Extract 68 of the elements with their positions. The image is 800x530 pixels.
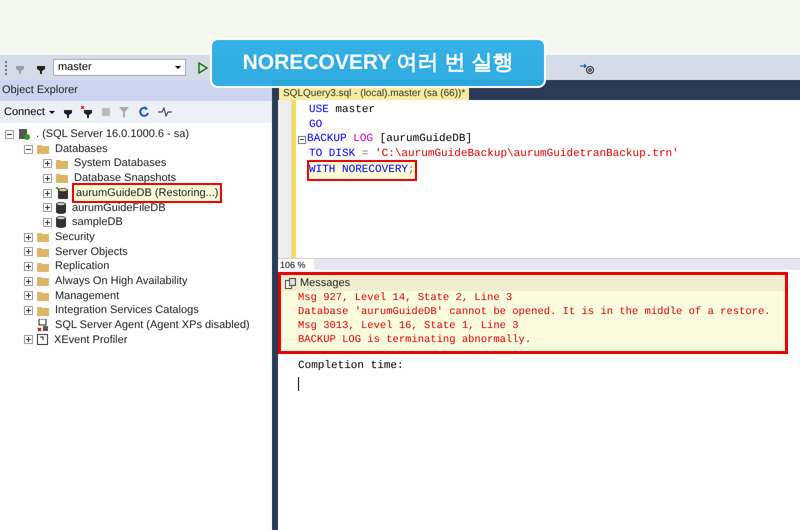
tree-item[interactable]: Always On High Availability [53,272,190,290]
error-message: Msg 3013, Level 16, State 1, Line 3 [298,319,520,333]
tree-item[interactable]: System Databases [72,155,168,172]
code-line: USE master [309,103,376,118]
toolbar-icon[interactable] [579,62,595,74]
tree-item[interactable]: aurumGuideDB (Restoring...) [74,184,220,202]
collapse-icon[interactable] [5,130,14,139]
database-icon [56,216,66,228]
tree-item[interactable]: Server Objects [53,244,130,260]
messages-icon [285,278,296,288]
tree-item[interactable]: aurumGuideFileDB [70,200,168,216]
error-message: Msg 927, Level 14, State 2, Line 3 [298,291,514,305]
database-dropdown[interactable]: master [53,59,186,76]
connect-button[interactable]: Connect [4,104,55,120]
expand-icon[interactable] [43,203,52,212]
code-line: TO DISK = 'C:\aurumGuideBackup\aurumGuidetranBackup.trn' [309,147,679,162]
folder-icon [37,246,49,257]
tree-item[interactable]: sampleDB [70,214,125,231]
expand-icon[interactable] [43,174,52,183]
tree-item[interactable]: Integration Services Catalogs [53,302,201,319]
folder-icon [37,144,49,154]
expand-icon[interactable] [43,159,52,168]
callout-text: NORECOVERY 여러 번 실행 [242,50,514,76]
folder-icon [37,306,49,316]
folder-icon [37,232,49,242]
activity-icon[interactable] [158,107,172,117]
messages-tab[interactable]: Messages [281,274,354,292]
execute-icon[interactable] [198,62,208,74]
text-cursor [298,376,299,390]
collapse-icon[interactable] [24,144,33,154]
collapse-icon[interactable] [298,136,306,144]
code-line: BACKUP LOG [aurumGuideDB] [307,132,472,148]
expand-icon[interactable] [24,276,33,286]
database-icon [56,202,66,214]
expand-icon[interactable] [24,335,33,344]
tree-item[interactable]: Database Snapshots [72,170,178,187]
tree-item[interactable]: Management [53,288,122,304]
agent-icon [37,319,49,332]
code-line: GO [309,118,322,133]
expand-icon[interactable] [43,218,52,227]
folder-icon [37,276,49,286]
expand-icon[interactable] [24,291,33,300]
refresh-icon[interactable] [138,106,149,118]
server-icon [18,128,30,140]
tree-item[interactable]: SQL Server Agent (Agent XPs disabled) [53,317,252,334]
folder-icon [56,158,68,169]
tree-item[interactable]: . (SQL Server 16.0.1000.6 - sa) [34,126,192,143]
folder-icon [56,173,68,184]
profiler-icon [37,334,48,346]
tree-item[interactable]: Replication [53,258,112,275]
folder-icon [37,262,49,272]
expand-icon[interactable] [24,306,33,316]
grip-icon [5,60,8,74]
zoom-dropdown[interactable]: 106 % [278,258,314,270]
expand-icon[interactable] [43,188,52,198]
expand-icon[interactable] [24,247,33,256]
tree-item[interactable]: XEvent Profiler [52,332,130,348]
error-message: Database 'aurumGuideDB' cannot be opened. It is in the middle of a restore. [298,305,772,319]
disconnect-icon[interactable] [80,106,93,118]
expand-icon[interactable] [24,262,33,272]
error-message: BACKUP LOG is terminating abnormally. [298,333,532,347]
database-icon [56,187,68,200]
folder-icon [37,290,49,301]
expand-icon[interactable] [24,232,33,242]
tree-item[interactable]: Security [53,228,97,246]
panel-title: Object Explorer [2,83,78,98]
tree-item[interactable]: Databases [53,140,110,158]
completion-time: Completion time: [297,359,405,374]
